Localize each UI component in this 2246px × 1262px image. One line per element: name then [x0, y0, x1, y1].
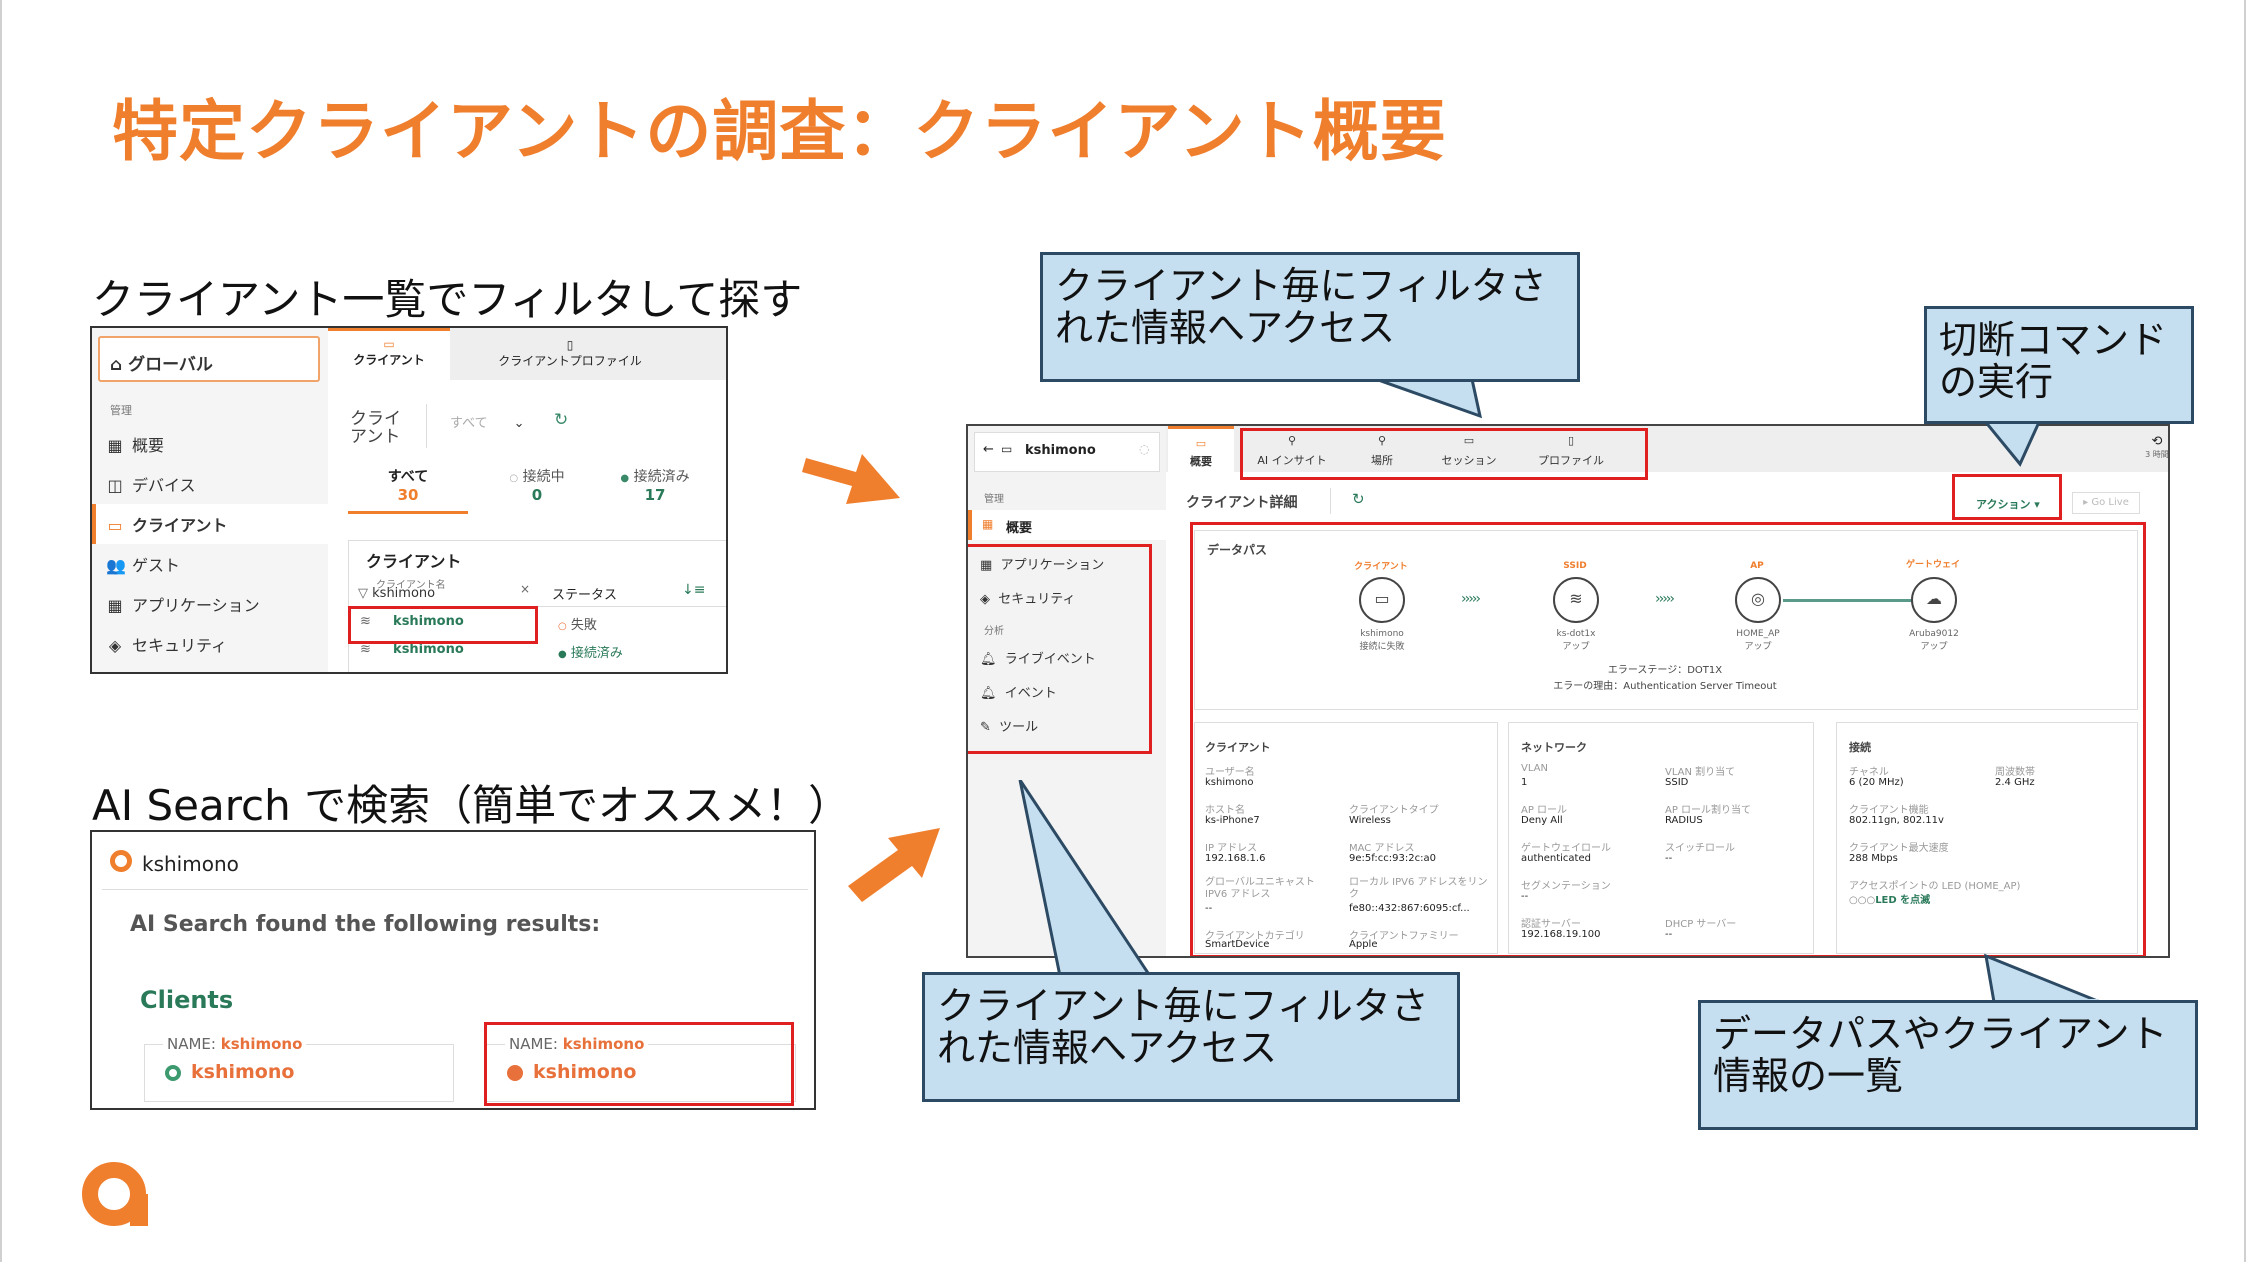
ai-found-text: AI Search found the following results:: [130, 912, 601, 937]
table-title: クライアント: [366, 552, 462, 571]
row-status: ○ 失敗: [558, 618, 597, 633]
callout-disconnect: 切断コマンドの実行: [1924, 306, 2194, 424]
slide-title: 特定クライアントの調査：クライアント概要: [112, 93, 1447, 170]
status-dot-icon: ●: [620, 473, 630, 484]
callout-tail: [1349, 370, 1483, 419]
sidebar-item-applications[interactable]: ▦ アプリケーション: [106, 592, 259, 616]
result-card[interactable]: NAME: kshimono kshimono: [144, 1035, 454, 1102]
counter-connecting[interactable]: ○ 接続中 0: [492, 466, 582, 504]
status-ring-icon: [165, 1065, 181, 1081]
col-name-filter[interactable]: ▽ kshimono: [358, 586, 435, 601]
highlight-client-row: [348, 606, 538, 644]
app-icon: ▦: [107, 596, 123, 615]
counter-connected[interactable]: ● 接続済み 17: [600, 466, 710, 504]
sidebar-item-devices[interactable]: ◫ デバイス: [106, 472, 195, 496]
search-query: kshimono: [142, 852, 239, 876]
history-button[interactable]: ⟲ 3 時間: [2142, 434, 2168, 460]
page-label: クライアント: [350, 409, 401, 447]
back-icon[interactable]: ←: [983, 442, 994, 457]
heading-ai-search: AI Search で検索（簡単でオススメ！）: [92, 781, 851, 830]
callout-bottom: クライアント毎にフィルタされた情報へアクセス: [922, 972, 1460, 1102]
home-icon: ⌂: [110, 355, 123, 375]
filter-select[interactable]: すべて ⌄: [450, 412, 524, 431]
counter-all[interactable]: すべて 30: [348, 466, 468, 514]
clear-filter-icon[interactable]: ×: [520, 582, 530, 596]
wifi-icon: ≋: [360, 642, 371, 657]
clients-section: Clients: [140, 986, 234, 1014]
tab-clients[interactable]: ▭ クライアント: [328, 328, 450, 380]
refresh-icon[interactable]: ↻: [554, 410, 568, 430]
detail-client-name: kshimono: [1025, 443, 1096, 458]
client-icon: ▭: [1001, 442, 1013, 456]
refresh-icon[interactable]: ↻: [1352, 490, 1365, 508]
arrow-right-icon: [802, 454, 900, 504]
sort-icon[interactable]: ↓≡: [682, 582, 705, 598]
global-selector[interactable]: ⌂ グローバル: [98, 336, 320, 382]
aruba-logo-icon: [82, 1162, 148, 1226]
col-status: ステータス: [552, 588, 618, 603]
play-icon: ▸: [2083, 497, 2089, 508]
client-icon: ▭: [107, 516, 123, 535]
detail-section-manage: 管理: [984, 494, 1004, 505]
status-dot-icon: ○: [509, 473, 519, 484]
ai-search-screenshot: kshimono AI Search found the following r…: [90, 830, 816, 1110]
chevron-down-icon: ⌄: [513, 416, 525, 431]
callout-tail: [1018, 780, 1153, 979]
client-selector[interactable]: ← ▭ kshimono ◌: [974, 432, 1160, 472]
status-dot-icon: ○: [558, 621, 567, 632]
client-list-screenshot: ⌂ グローバル 管理 ▦ 概要 ◫ デバイス ▭ クライアント 👥 ゲスト ▦ アプリケー…: [90, 326, 728, 674]
divider: [1330, 488, 1331, 514]
sidebar-item-overview[interactable]: ▦ 概要: [106, 432, 164, 456]
nav-section-manage: 管理: [110, 404, 132, 417]
detail-page-title: クライアント詳細: [1186, 495, 1298, 511]
shield-icon: ◈: [108, 636, 122, 655]
callout-tail: [1982, 420, 2042, 467]
callout-datapath: データパスやクライアント情報の一覧: [1698, 1000, 2198, 1130]
callout-top: クライアント毎にフィルタされた情報へアクセス: [1040, 252, 1580, 382]
status-dot-icon: ●: [558, 649, 567, 660]
sidebar-item-security[interactable]: ◈ セキュリティ: [106, 632, 227, 656]
tab-overview[interactable]: ▭ 概要: [1168, 426, 1234, 472]
highlight-action: [1952, 474, 2062, 520]
global-label: グローバル: [128, 355, 213, 375]
tab-client-profile[interactable]: ▯ クライアントプロファイル: [470, 338, 670, 369]
profile-tab-icon: ▯: [566, 338, 574, 352]
spinner-icon: ◌: [1139, 442, 1150, 456]
device-icon: ◫: [107, 476, 123, 495]
arrow-up-right-icon: [848, 828, 940, 902]
users-icon: 👥: [106, 556, 126, 575]
highlight-datapath-info: [1190, 522, 2146, 956]
grid-icon: ▦: [982, 517, 994, 531]
filter-icon: ▽: [358, 586, 368, 601]
sidebar-item-clients[interactable]: ▭ クライアント: [106, 512, 227, 536]
sidebar-item-overview[interactable]: ▦ 概要: [968, 510, 1166, 540]
go-live-button[interactable]: ▸ Go Live: [2072, 492, 2140, 514]
highlight-sidebar-nav: [968, 544, 1152, 754]
overview-tab-icon: ▭: [1195, 437, 1207, 450]
heading-client-list: クライアント一覧でフィルタして探す: [92, 275, 803, 324]
highlight-search-result: [484, 1022, 794, 1106]
table-row[interactable]: ≋ kshimono: [360, 642, 464, 657]
history-icon: ⟲: [2151, 434, 2163, 449]
client-tab-icon: ▭: [383, 337, 395, 351]
sidebar-item-guests[interactable]: 👥 ゲスト: [106, 552, 180, 576]
row-status: ● 接続済み: [558, 646, 623, 661]
aruba-search-icon: [110, 850, 132, 872]
grid-icon: ▦: [107, 436, 123, 455]
result-title: kshimono: [191, 1061, 295, 1083]
ai-search-box[interactable]: kshimono: [102, 840, 808, 890]
divider: [426, 404, 427, 448]
